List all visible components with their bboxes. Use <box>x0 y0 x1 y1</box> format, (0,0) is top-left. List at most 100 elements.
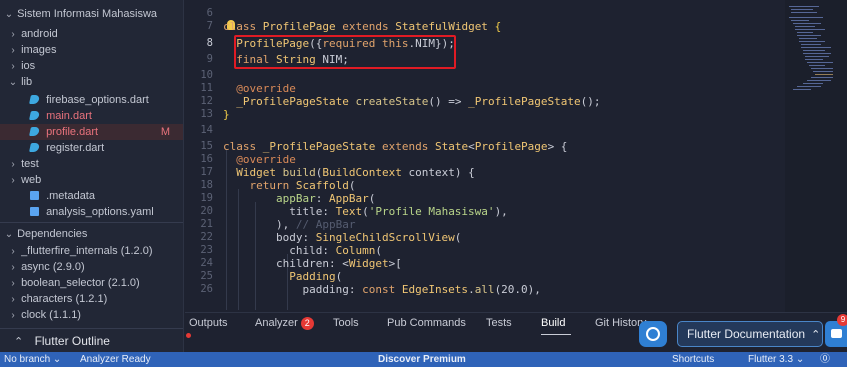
file-register-dart[interactable]: register.dart <box>0 140 183 156</box>
dart-file-icon <box>29 95 40 104</box>
help-icon[interactable]: ⓪ <box>820 352 830 367</box>
line-number: 8 <box>206 37 213 49</box>
file-metadata[interactable]: .metadata <box>0 188 183 204</box>
file-icon <box>30 207 39 216</box>
chevron-down-icon: ⌄ <box>52 354 62 365</box>
minimap-line <box>793 23 821 24</box>
line-number: 21 <box>200 218 213 230</box>
chevron-right-icon: › <box>11 278 15 289</box>
dependency-label: characters (1.2.1) <box>21 293 108 305</box>
folder-label: test <box>21 158 39 170</box>
minimap-line <box>795 29 825 30</box>
code-editor[interactable]: 6 7 8 9 10 11 12 13 14 15 16 17 18 19 20 21 22 23 24 25 26 c… <box>185 0 785 312</box>
code-line-24: children: <Widget>[ <box>223 257 402 270</box>
code-line-18: return Scaffold( <box>249 179 356 192</box>
message-icon <box>831 329 842 338</box>
folder-images[interactable]: › images <box>0 42 183 58</box>
tab-tests[interactable]: Tests <box>486 315 512 331</box>
double-chevron-up-icon: ⌃ <box>14 336 24 348</box>
minimap-line <box>815 74 833 75</box>
minimap-line <box>793 89 811 90</box>
file-label: analysis_options.yaml <box>46 206 154 218</box>
flutter-documentation-button[interactable]: Flutter Documentation ⌃ <box>677 321 823 347</box>
chevron-right-icon: › <box>11 310 15 321</box>
minimap[interactable] <box>785 0 847 312</box>
file-analysis-options[interactable]: analysis_options.yaml <box>0 204 183 220</box>
file-main-dart[interactable]: main.dart <box>0 108 183 124</box>
folder-label: android <box>21 28 58 40</box>
folder-web[interactable]: › web <box>0 172 183 188</box>
minimap-line <box>791 12 817 13</box>
file-label: profile.dart <box>46 126 99 138</box>
line-number: 25 <box>200 270 213 282</box>
code-line-23: child: Column( <box>223 244 382 257</box>
minimap-line <box>803 83 823 84</box>
chat-assistant-button[interactable] <box>639 321 667 347</box>
explorer-root-label: Sistem Informasi Mahasiswa <box>17 8 158 20</box>
explorer-root[interactable]: ⌄ Sistem Informasi Mahasiswa <box>0 6 183 22</box>
chevron-right-icon: › <box>11 246 15 257</box>
chat-icon <box>646 327 660 341</box>
line-number: 6 <box>206 7 213 19</box>
discover-premium-link[interactable]: Discover Premium <box>378 352 466 367</box>
file-label: register.dart <box>46 142 105 154</box>
minimap-line <box>789 17 823 18</box>
code-line-15: class _ProfilePageState extends State<Pr… <box>223 140 568 153</box>
minimap-line <box>795 26 815 27</box>
minimap-line <box>797 86 821 87</box>
double-chevron-up-icon: ⌃ <box>811 329 821 341</box>
line-number: 16 <box>200 153 213 165</box>
file-icon <box>30 191 39 200</box>
dependency-item[interactable]: › boolean_selector (2.1.0) <box>0 275 183 291</box>
dart-file-icon <box>29 127 40 136</box>
flutter-version-selector[interactable]: Flutter 3.3 ⌄ <box>748 352 804 367</box>
chevron-right-icon: › <box>11 294 15 305</box>
line-number: 17 <box>200 166 213 178</box>
dependency-item[interactable]: › async (2.9.0) <box>0 259 183 275</box>
file-label: main.dart <box>46 110 92 122</box>
shortcuts-button[interactable]: Shortcuts <box>672 352 714 367</box>
folder-test[interactable]: › test <box>0 156 183 172</box>
line-number: 11 <box>200 82 213 94</box>
tab-analyzer[interactable]: Analyzer 2 <box>255 315 314 331</box>
dependency-item[interactable]: › characters (1.2.1) <box>0 291 183 307</box>
file-label: firebase_options.dart <box>46 94 149 106</box>
dependency-item[interactable]: › clock (1.1.1) <box>0 307 183 323</box>
tab-analyzer-label: Analyzer <box>255 317 298 329</box>
branch-selector[interactable]: No branch ⌄ <box>4 352 61 367</box>
folder-lib[interactable]: ⌄ lib <box>0 74 183 90</box>
line-number: 12 <box>200 95 213 107</box>
chevron-right-icon: › <box>11 61 15 72</box>
folder-ios[interactable]: › ios <box>0 58 183 74</box>
code-line-12: _ProfilePageState createState() => _Prof… <box>236 95 601 108</box>
minimap-line <box>805 59 823 60</box>
tab-pub-commands[interactable]: Pub Commands <box>387 315 466 331</box>
active-tab-underline <box>541 334 571 335</box>
tab-outputs[interactable]: Outputs <box>189 315 228 331</box>
minimap-line <box>791 9 813 10</box>
line-number: 23 <box>200 244 213 256</box>
status-bar: No branch ⌄ Analyzer Ready Discover Prem… <box>0 352 847 367</box>
minimap-line <box>803 53 831 54</box>
dependencies-header[interactable]: ⌄ Dependencies <box>0 226 183 242</box>
minimap-line <box>797 32 813 33</box>
explorer-sidebar: ⌄ Sistem Informasi Mahasiswa › android ›… <box>0 0 184 352</box>
tab-tools[interactable]: Tools <box>333 315 359 331</box>
code-line-25: Padding( <box>289 270 343 283</box>
code-line-17: Widget build(BuildContext context) { <box>236 166 475 179</box>
chevron-right-icon: › <box>11 175 15 186</box>
file-profile-dart[interactable]: profile.dart M <box>0 124 183 140</box>
minimap-line <box>803 50 825 51</box>
code-line-11: @override <box>236 82 296 95</box>
chevron-right-icon: › <box>11 45 15 56</box>
code-line-13: } <box>223 108 230 121</box>
dependency-item[interactable]: › _flutterfire_internals (1.2.0) <box>0 243 183 259</box>
line-number: 9 <box>206 53 213 65</box>
minimap-line <box>807 80 831 81</box>
folder-android[interactable]: › android <box>0 26 183 42</box>
bottom-panel: Outputs Analyzer 2 Tools Pub Commands Tes… <box>185 312 847 352</box>
tab-build[interactable]: Build <box>541 315 565 331</box>
flutter-outline-panel[interactable]: ⌃ Flutter Outline <box>0 328 183 352</box>
folder-label: lib <box>21 76 33 88</box>
file-firebase-options[interactable]: firebase_options.dart <box>0 92 183 108</box>
